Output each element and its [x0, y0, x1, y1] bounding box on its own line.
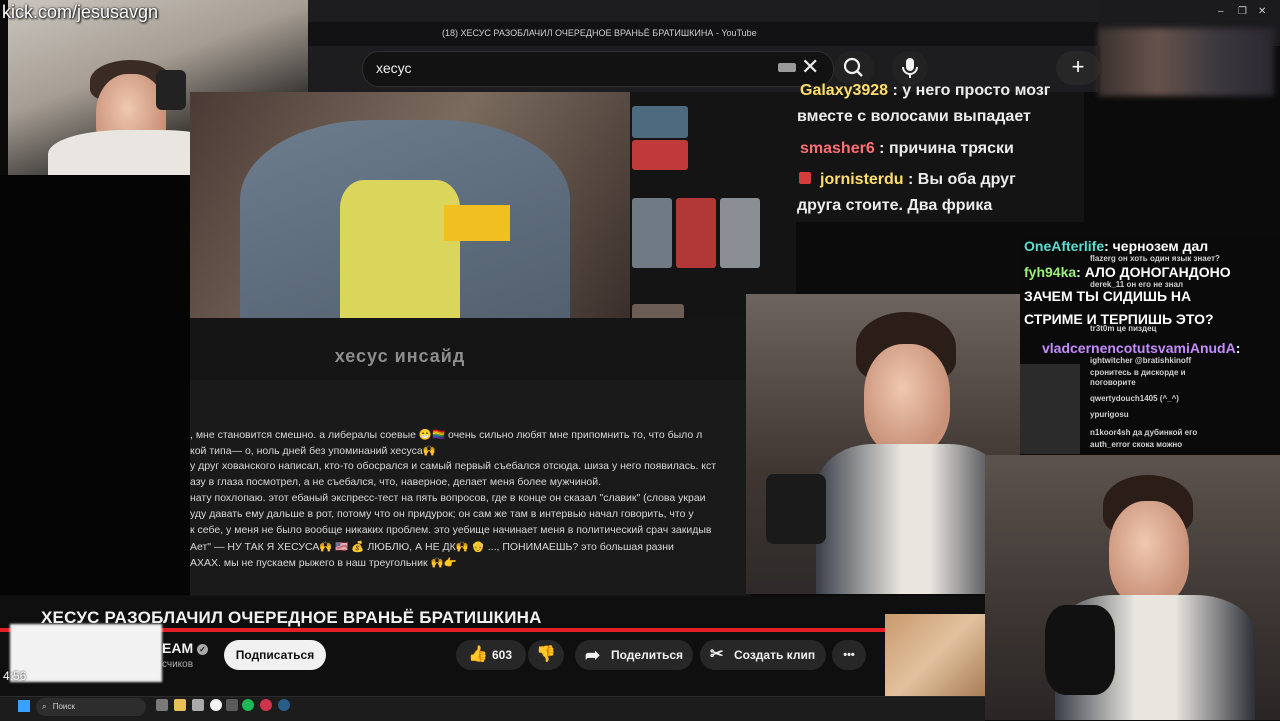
chat-message: fyh94ka: АЛО ДОНОГАНДОНО [1024, 264, 1231, 280]
task-view-icon[interactable] [156, 699, 168, 711]
chat-message: ЗАЧЕМ ТЫ СИДИШЬ НА [1024, 288, 1192, 304]
windows-start-icon[interactable] [18, 700, 30, 712]
video-time: 4:56 [3, 669, 27, 683]
close-icon[interactable]: ✕ [801, 56, 819, 78]
minimize-icon[interactable]: – [1218, 6, 1224, 17]
recommendation-thumbnail[interactable] [632, 106, 688, 138]
chat-small-message: сронитесь в дискорде и [1090, 368, 1186, 377]
youtube-search-input[interactable]: хесус [376, 60, 411, 76]
video-person-shirt [340, 180, 460, 320]
recommendation-thumbnail[interactable] [632, 140, 688, 170]
more-actions-button[interactable]: ••• [832, 640, 866, 670]
chat-message: друга стоите. Два фрика [797, 197, 993, 214]
chat-small-message: n1koor4sh да дубинкой его [1090, 428, 1198, 437]
youtube-search-box[interactable] [362, 51, 834, 87]
clip-button[interactable]: ✂ Создать клип [700, 640, 826, 670]
post-line: азу в глаза посмотрел, а не съебался, чт… [190, 476, 602, 488]
app-icon[interactable] [226, 699, 238, 711]
channel-name[interactable]: EAM ✓ [162, 640, 209, 656]
recommendation-thumbnail[interactable] [676, 198, 716, 268]
post-line: кой типа— о, ноль дней без упоминаний хе… [190, 445, 436, 457]
post-line: нату похлопаю. этот ебаный экспресс-тест… [190, 492, 706, 504]
yandex-browser-icon[interactable] [210, 699, 222, 711]
like-button[interactable]: 👍 603 [456, 640, 526, 670]
webcam-background [1020, 364, 1080, 454]
streamer-webcam-bottom-right [985, 455, 1280, 720]
clip-label: Создать клип [734, 648, 816, 662]
share-button[interactable]: ➦ Поделиться [575, 640, 693, 670]
like-count: 603 [492, 648, 513, 662]
steam-icon[interactable] [278, 699, 290, 711]
badge-icon [799, 172, 811, 184]
window-close-icon[interactable]: ✕ [1258, 6, 1266, 17]
post-line: у друг хованского написал, кто-то обосра… [190, 460, 717, 472]
folder-icon[interactable] [174, 699, 186, 711]
post-line: к себе, у меня не было вообще никаких пр… [190, 524, 712, 536]
spotify-icon[interactable] [242, 699, 254, 711]
recommendation-thumbnail[interactable] [720, 198, 760, 268]
windows-taskbar [0, 696, 985, 721]
chat-message: OneAfterlife: чернозем дал [1024, 238, 1209, 254]
chat-small-message: ypurigosu [1090, 410, 1129, 419]
chat-small-message: ightwitcher @bratishkinoff [1090, 356, 1192, 365]
video-jacket-patch [444, 205, 510, 241]
search-icon [843, 57, 863, 77]
search-button[interactable] [834, 51, 874, 85]
keyboard-icon[interactable] [778, 63, 796, 72]
streamer-webcam-middle [746, 294, 1020, 594]
app-icon[interactable] [192, 699, 204, 711]
telegram-watermark: хесус инсайд [334, 346, 466, 366]
post-line: , мне становится смешно. а либералы соев… [190, 429, 703, 441]
post-line: АХАХ. мы не пускаем рыжего в наш треугол… [190, 557, 457, 569]
kick-channel-label: kick.com/jesusavgn [2, 2, 159, 22]
post-line: уду давать ему дальше в рот, потому что … [190, 508, 694, 520]
blurred-region [10, 624, 162, 682]
chat-small-message: auth_error скока можно [1090, 440, 1183, 449]
taskbar-search-label: Поиск [52, 702, 75, 711]
chat-small-message: tr3t0m це пиздец [1090, 324, 1157, 333]
cat-thumbnail [885, 614, 985, 698]
taskbar-search[interactable]: ⌕ Поиск [36, 698, 146, 716]
recommendation-thumbnail[interactable] [632, 198, 672, 268]
app-icon[interactable] [260, 699, 272, 711]
chat-message: vladcernencotutsvamiAnudA: [1042, 340, 1241, 356]
thumbs-up-icon: 👍 [468, 646, 488, 663]
chat-message: jornisterdu : Вы оба друг [820, 171, 1016, 188]
scissors-icon: ✂ [710, 646, 724, 663]
chat-message: smasher6 : причина тряски [800, 140, 1014, 157]
chat-small-message: flazerg он хоть один язык знает? [1090, 254, 1220, 263]
dislike-button[interactable]: 👎 [528, 640, 564, 670]
share-icon: ➦ [585, 645, 601, 665]
search-icon: ⌕ [42, 702, 47, 711]
blurred-region [1098, 28, 1274, 96]
plus-icon: + [1071, 54, 1085, 79]
thumbs-down-icon: 👎 [536, 646, 556, 663]
share-label: Поделиться [611, 648, 684, 662]
mic-icon [902, 58, 918, 78]
post-line: Ает" — НУ ТАК Я ХЕСУСА🙌 🇺🇸 💰 ЛЮБЛЮ, А НЕ… [190, 541, 674, 553]
chat-message: вместе с волосами выпадает [797, 108, 1031, 125]
chat-small-message: qwertydouch1405 (^_^) [1090, 394, 1179, 403]
chat-small-message: поговорите [1090, 378, 1136, 387]
verified-icon: ✓ [197, 643, 209, 655]
restore-icon[interactable]: ❐ [1238, 6, 1247, 17]
browser-tab-title: (18) ХЕСУС РАЗОБЛАЧИЛ ОЧЕРЕДНОЕ ВРАНЬЁ Б… [442, 28, 757, 38]
black-area [0, 175, 190, 595]
create-button[interactable]: + [1056, 51, 1100, 85]
subscribe-button[interactable]: Подписаться [224, 640, 326, 670]
subscriber-count: счиков [162, 659, 194, 670]
chat-message: Galaxy3928 : у него просто мозг [800, 82, 1051, 99]
voice-search-button[interactable] [892, 51, 928, 85]
